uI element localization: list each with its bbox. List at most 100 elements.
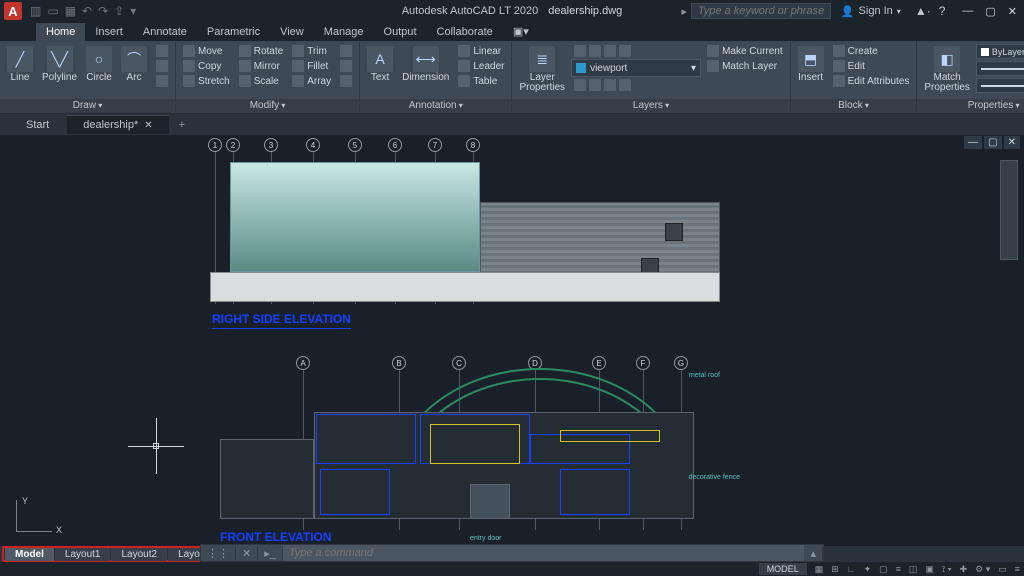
add-tab-button[interactable]: + [171, 116, 193, 134]
file-tab-active[interactable]: dealership*✕ [67, 115, 168, 134]
viewport-controls: — ▢ ✕ [964, 136, 1020, 149]
vp-max-icon[interactable]: ▢ [984, 136, 1001, 149]
linetype-dropdown[interactable]: ByLayer [976, 78, 1024, 93]
draw-misc1[interactable] [153, 44, 171, 58]
signin-area[interactable]: 👤 Sign In ▾ [841, 5, 901, 18]
panel-title-block[interactable]: Block [791, 99, 917, 113]
status-ann-icon[interactable]: ✚ [960, 564, 968, 575]
app-logo[interactable]: A [4, 2, 22, 20]
linear-button[interactable]: Linear [455, 44, 507, 58]
circle-button[interactable]: ○Circle [83, 44, 115, 85]
tab-output[interactable]: Output [374, 23, 427, 41]
close-tab-icon[interactable]: ✕ [144, 120, 152, 131]
layers-misc-row[interactable] [571, 44, 701, 58]
tab-expand-icon[interactable]: ▣▾ [503, 22, 539, 41]
status-custom-icon[interactable]: ≡ [1015, 564, 1020, 574]
minimize-button[interactable]: — [959, 5, 976, 18]
tab-view[interactable]: View [270, 23, 314, 41]
help-icon[interactable]: ? [939, 4, 946, 18]
copy-button[interactable]: Copy [180, 59, 233, 73]
dimension-button[interactable]: ⟷Dimension [399, 44, 452, 85]
tab-parametric[interactable]: Parametric [197, 23, 270, 41]
match-properties-button[interactable]: ◧Match Properties [921, 44, 973, 95]
tab-annotate[interactable]: Annotate [133, 23, 197, 41]
cmd-history-icon[interactable]: ▴ [804, 547, 823, 560]
close-button[interactable]: ✕ [1005, 5, 1020, 18]
status-trans-icon[interactable]: ◫ [909, 564, 918, 575]
cmd-handle-icon[interactable]: ⋮⋮ [201, 547, 236, 560]
tab-collaborate[interactable]: Collaborate [427, 23, 503, 41]
text-button[interactable]: AText [364, 44, 396, 85]
edit-block-button[interactable]: Edit [830, 59, 913, 73]
status-model-button[interactable]: MODEL [759, 563, 807, 575]
qat-undo-icon[interactable]: ↶ [82, 4, 92, 18]
search-input[interactable] [691, 3, 831, 19]
app-switcher-icon[interactable]: ▲· [915, 4, 931, 18]
fillet-button[interactable]: Fillet [289, 59, 334, 73]
status-lwt-icon[interactable]: ≡ [896, 564, 901, 574]
leader-button[interactable]: Leader [455, 59, 507, 73]
qat-more-icon[interactable]: ▾ [130, 4, 136, 18]
color-dropdown[interactable]: ByLayer [976, 44, 1024, 59]
panel-title-modify[interactable]: Modify [176, 99, 359, 113]
drawing-canvas[interactable]: — ▢ ✕ 1 2 3 4 5 6 7 8 RIGHT SIDE ELEVATI… [0, 136, 1024, 546]
layers-misc-row2[interactable] [571, 78, 701, 92]
layer-dropdown[interactable]: viewport▾ [571, 59, 701, 77]
qat-open-icon[interactable]: ▭ [47, 4, 58, 18]
table-button[interactable]: Table [455, 74, 507, 88]
qat-new-icon[interactable]: ▥ [30, 4, 41, 18]
rotate-button[interactable]: Rotate [236, 44, 286, 58]
vp-close-icon[interactable]: ✕ [1004, 136, 1020, 149]
panel-title-annotation[interactable]: Annotation [360, 99, 511, 113]
panel-title-properties[interactable]: Properties [917, 99, 1024, 113]
nav-bar[interactable] [1000, 160, 1018, 260]
array-button[interactable]: Array [289, 74, 334, 88]
make-current-button[interactable]: Make Current [704, 44, 786, 58]
status-sel-icon[interactable]: ▣ [925, 564, 934, 575]
layout-tab-model[interactable]: Model [5, 548, 54, 561]
status-snap-icon[interactable]: ⊞ [831, 564, 839, 575]
scale-button[interactable]: Scale [236, 74, 286, 88]
command-input[interactable] [283, 545, 805, 561]
layout-tab-1[interactable]: Layout1 [55, 548, 111, 561]
status-clean-icon[interactable]: ▭ [998, 564, 1007, 575]
status-ortho-icon[interactable]: ∟ [847, 564, 856, 574]
maximize-button[interactable]: ▢ [982, 5, 998, 18]
create-block-button[interactable]: Create [830, 44, 913, 58]
draw-misc3[interactable] [153, 74, 171, 88]
cmd-close-icon[interactable]: ✕ [236, 547, 258, 560]
qat-redo-icon[interactable]: ↷ [98, 4, 108, 18]
status-scale-icon[interactable]: ⟟ ▾ [942, 564, 952, 575]
modify-misc3[interactable] [337, 74, 355, 88]
edit-attr-button[interactable]: Edit Attributes [830, 74, 913, 88]
modify-misc1[interactable] [337, 44, 355, 58]
status-polar-icon[interactable]: ✦ [864, 564, 872, 575]
arc-button[interactable]: ⌒Arc [118, 44, 150, 85]
tab-insert[interactable]: Insert [85, 23, 133, 41]
mirror-button[interactable]: Mirror [236, 59, 286, 73]
draw-misc2[interactable] [153, 59, 171, 73]
qat-save-icon[interactable]: ▦ [65, 4, 76, 18]
stretch-button[interactable]: Stretch [180, 74, 233, 88]
layout-tab-2[interactable]: Layout2 [111, 548, 167, 561]
line-button[interactable]: ╱Line [4, 44, 36, 85]
polyline-button[interactable]: ╲╱Polyline [39, 44, 80, 85]
status-osnap-icon[interactable]: ▢ [879, 564, 888, 575]
vp-min-icon[interactable]: — [964, 136, 982, 149]
tab-home[interactable]: Home [36, 23, 85, 41]
search-arrow-icon[interactable]: ▸ [681, 5, 687, 18]
panel-title-layers[interactable]: Layers [512, 99, 789, 113]
trim-button[interactable]: Trim [289, 44, 334, 58]
tab-manage[interactable]: Manage [314, 23, 374, 41]
panel-title-draw[interactable]: Draw [0, 99, 175, 113]
layer-properties-button[interactable]: ≣Layer Properties [516, 44, 568, 95]
modify-misc2[interactable] [337, 59, 355, 73]
status-ws-icon[interactable]: ⚙ ▾ [975, 564, 990, 575]
insert-button[interactable]: ⬒Insert [795, 44, 827, 85]
qat-share-icon[interactable]: ⇪ [114, 4, 124, 18]
match-layer-button[interactable]: Match Layer [704, 59, 786, 73]
move-button[interactable]: Move [180, 44, 233, 58]
file-tab-start[interactable]: Start [10, 116, 65, 134]
status-grid-icon[interactable]: ▦ [815, 564, 824, 575]
lineweight-dropdown[interactable]: ByLayer [976, 61, 1024, 76]
